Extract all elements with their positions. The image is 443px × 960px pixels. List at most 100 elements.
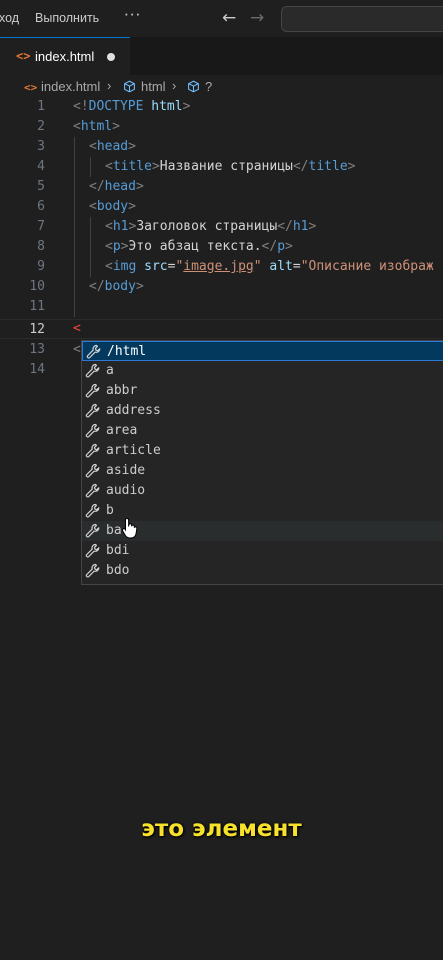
- code-token: Название страницы: [159, 159, 293, 174]
- suggestion-item[interactable]: abbr: [82, 381, 443, 401]
- tab-index-html[interactable]: <> index.html: [0, 37, 130, 76]
- html-file-icon: <>: [24, 81, 38, 94]
- code-token: <: [89, 139, 97, 154]
- code-token: src: [136, 259, 168, 274]
- code-token: >: [128, 199, 136, 214]
- line-number: 13: [29, 342, 45, 357]
- code-token: img: [112, 259, 137, 274]
- suggestion-item[interactable]: audio: [82, 481, 443, 501]
- autocomplete-suggestions: /html a abbr address area article aside …: [81, 340, 443, 585]
- code-token: =: [292, 259, 301, 274]
- suggestion-label: audio: [106, 483, 146, 498]
- menu-go[interactable]: ход: [0, 11, 19, 25]
- code-token: <!: [73, 99, 89, 114]
- wrench-icon: [85, 543, 100, 558]
- unsaved-dot-icon[interactable]: [107, 53, 115, 61]
- breadcrumb-html[interactable]: html: [141, 79, 166, 94]
- wrench-icon: [85, 443, 100, 458]
- line-number: 8: [37, 239, 45, 254]
- code-line: 8 <p>Это абзац текста.</p>: [0, 237, 443, 257]
- wrench-icon: [85, 403, 100, 418]
- code-token: p: [112, 239, 121, 254]
- code-token: h1: [292, 219, 309, 234]
- code-token: head: [96, 139, 129, 154]
- suggestion-label: aside: [106, 463, 146, 478]
- code-line: 6 <body>: [0, 197, 443, 217]
- suggestion-item[interactable]: address: [82, 401, 443, 421]
- more-menu-icon[interactable]: ···: [124, 6, 141, 24]
- suggestion-label: ba: [106, 523, 122, 538]
- breadcrumb: <> index.html › html › ?: [0, 75, 443, 97]
- code-token: alt: [261, 259, 293, 274]
- code-token: "Описание изображ: [300, 259, 434, 274]
- suggestion-item[interactable]: a: [82, 361, 443, 381]
- wrench-icon: [85, 383, 100, 398]
- suggestion-item[interactable]: bdi: [82, 541, 443, 561]
- code-line: 10 </body>: [0, 277, 443, 297]
- suggestion-item[interactable]: /html: [82, 341, 443, 361]
- code-token: html: [80, 119, 113, 134]
- code-token: <: [73, 342, 81, 357]
- back-arrow-icon[interactable]: ←: [222, 8, 236, 28]
- breadcrumb-unknown[interactable]: ?: [205, 79, 212, 94]
- suggestion-item[interactable]: bdo: [82, 561, 443, 581]
- forward-arrow-icon[interactable]: →: [250, 8, 264, 28]
- code-token: Это абзац текста.: [128, 239, 262, 254]
- code-token: ": [253, 259, 262, 274]
- code-token: </: [89, 179, 105, 194]
- code-token: >: [308, 219, 317, 234]
- image-link[interactable]: image.jpg: [183, 259, 253, 274]
- wrench-icon: [85, 523, 100, 538]
- suggestion-label: bdi: [106, 543, 130, 558]
- code-token: body: [104, 279, 136, 294]
- cube-icon: [123, 80, 136, 96]
- code-token: >: [128, 139, 136, 154]
- editor-tab-bar: <> index.html: [0, 37, 443, 76]
- line-number: 11: [29, 299, 45, 314]
- code-token: >: [151, 159, 160, 174]
- code-token: title: [308, 159, 348, 174]
- tab-label: index.html: [35, 49, 95, 64]
- wrench-icon: [85, 503, 100, 518]
- line-number: 12: [29, 322, 45, 337]
- suggestion-label: b: [106, 503, 114, 518]
- code-line: 2 <html>: [0, 117, 443, 137]
- suggestion-label: /html: [107, 344, 147, 359]
- code-token: <: [105, 159, 113, 174]
- code-line: 4 <title>Название страницы</title>: [0, 157, 443, 177]
- wrench-icon: [85, 363, 100, 378]
- line-number: 14: [29, 362, 45, 377]
- line-number: 3: [37, 139, 45, 154]
- hand-cursor-icon: [121, 517, 138, 539]
- code-token: </: [261, 239, 278, 254]
- line-number: 5: [37, 179, 45, 194]
- line-number: 10: [29, 279, 45, 294]
- html-file-icon: <>: [16, 49, 31, 63]
- breadcrumb-separator: ›: [172, 78, 177, 93]
- code-token: >: [112, 119, 120, 134]
- suggestion-item[interactable]: article: [82, 441, 443, 461]
- code-token: </: [89, 279, 105, 294]
- suggestion-label: abbr: [106, 383, 138, 398]
- command-center-search[interactable]: [281, 6, 443, 32]
- code-line: 1 <!DOCTYPE html>: [0, 97, 443, 117]
- code-token: >: [285, 239, 293, 254]
- code-token: head: [104, 179, 136, 194]
- code-line: 3 <head>: [0, 137, 443, 157]
- menu-run[interactable]: Выполнить: [35, 11, 99, 25]
- wrench-icon: [85, 563, 100, 578]
- suggestion-item[interactable]: aside: [82, 461, 443, 481]
- code-token: h1: [112, 219, 129, 234]
- line-number: 9: [37, 259, 45, 274]
- code-token: html: [143, 99, 183, 114]
- code-line: 7 <h1>Заголовок страницы</h1>: [0, 217, 443, 237]
- breadcrumb-separator: ›: [107, 78, 112, 93]
- wrench-icon: [85, 483, 100, 498]
- breadcrumb-file[interactable]: index.html: [41, 79, 100, 94]
- suggestion-label: bdo: [106, 563, 130, 578]
- suggestion-item[interactable]: area: [82, 421, 443, 441]
- suggestion-label: area: [106, 423, 138, 438]
- suggestion-label: a: [106, 363, 114, 378]
- code-line: 11: [0, 297, 443, 317]
- video-caption: это элемент: [141, 816, 302, 842]
